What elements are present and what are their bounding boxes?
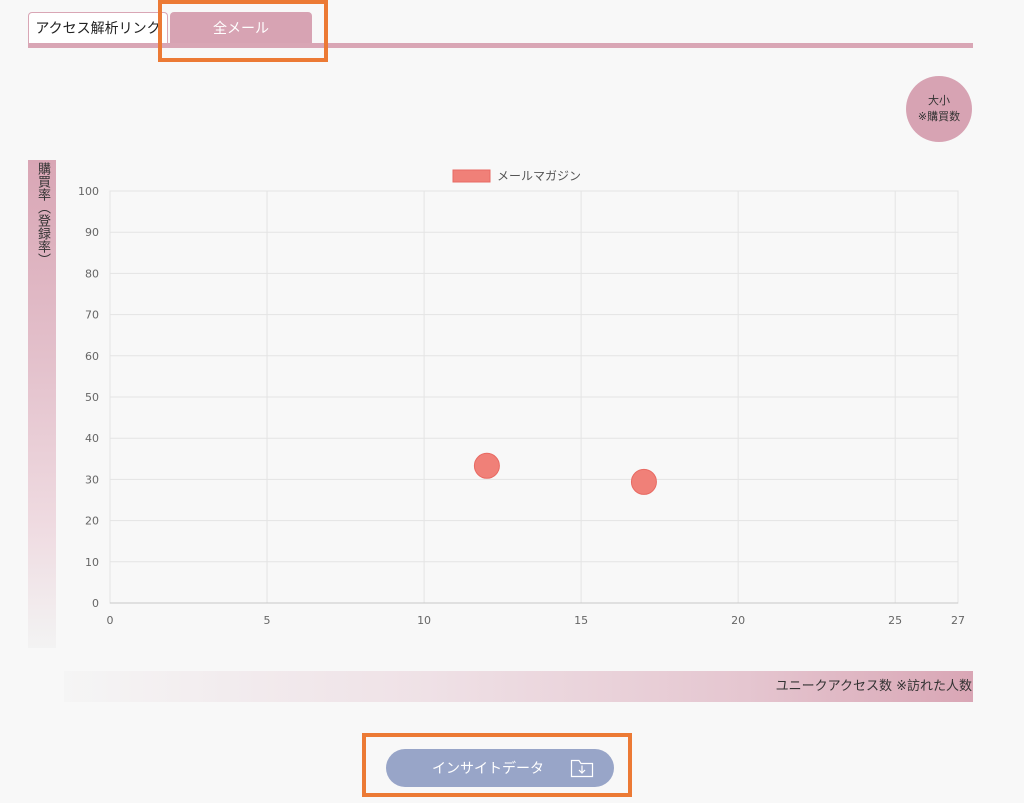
y-axis-title: 購買率（登録率） xyxy=(35,162,50,266)
legend-swatch xyxy=(452,169,491,183)
y-tick-label: 20 xyxy=(85,515,99,528)
y-tick-label: 60 xyxy=(85,350,99,363)
x-tick-label: 10 xyxy=(417,614,431,627)
size-badge-line2: ※購買数 xyxy=(917,110,961,123)
y-tick-label: 90 xyxy=(85,226,99,239)
y-tick-label: 30 xyxy=(85,473,99,486)
tab-access-links[interactable]: アクセス解析リンク xyxy=(28,12,168,43)
highlight-box-tab xyxy=(158,0,328,62)
legend-label: メールマガジン xyxy=(497,169,581,183)
x-axis-title: ユニークアクセス数 ※訪れた人数 xyxy=(775,679,972,694)
x-tick-label: 5 xyxy=(264,614,271,627)
y-tick-label: 80 xyxy=(85,267,99,280)
y-tick-label: 10 xyxy=(85,556,99,569)
y-tick-label: 50 xyxy=(85,391,99,404)
bubble-size-legend-badge: 大小 ※購買数 xyxy=(906,76,972,142)
y-tick-label: 70 xyxy=(85,309,99,322)
x-tick-label: 0 xyxy=(107,614,114,627)
y-tick-label: 40 xyxy=(85,432,99,445)
highlight-box-button xyxy=(362,733,632,797)
x-tick-label: 15 xyxy=(574,614,588,627)
x-tick-label: 20 xyxy=(731,614,745,627)
x-tick-label: 25 xyxy=(888,614,902,627)
y-tick-label: 0 xyxy=(92,597,99,610)
data-point xyxy=(473,452,500,479)
x-tick-label: 27 xyxy=(951,614,965,627)
y-tick-label: 100 xyxy=(78,185,99,198)
size-badge-line1: 大小 xyxy=(928,94,950,107)
data-point xyxy=(630,468,657,495)
scatter-chart: 0 10 20 30 40 50 60 70 80 90 100 0 5 10 15 20 25 27 メールマガジ… xyxy=(78,169,965,627)
